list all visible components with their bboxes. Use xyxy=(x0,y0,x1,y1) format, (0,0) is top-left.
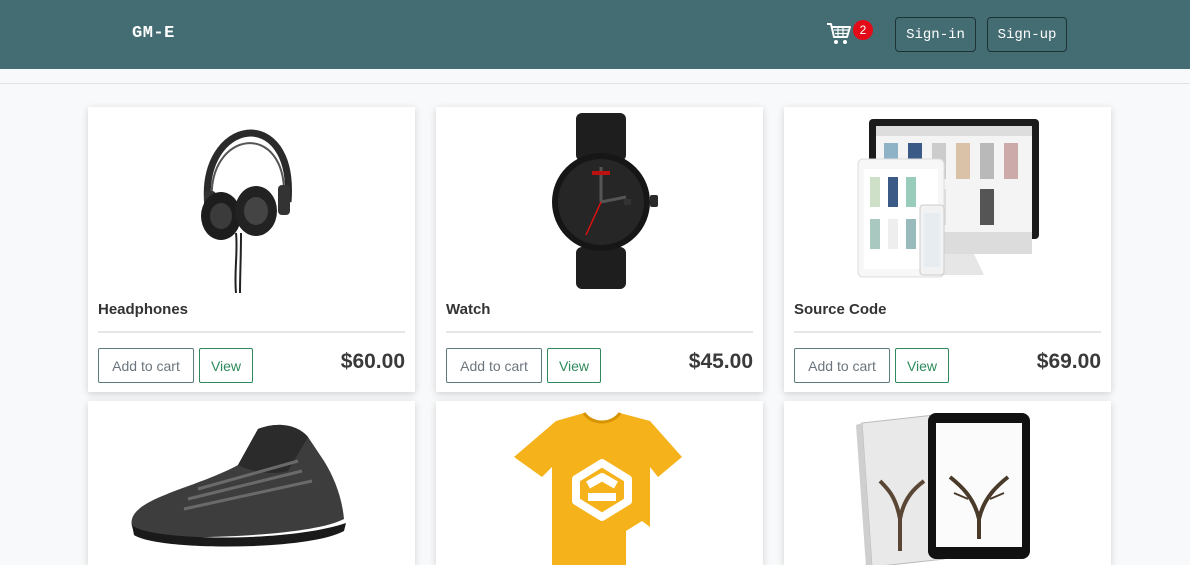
product-price: $69.00 xyxy=(1036,350,1101,373)
sneaker-image[interactable] xyxy=(88,401,415,565)
add-to-cart-button[interactable]: Add to cart xyxy=(794,348,890,383)
product-price: $45.00 xyxy=(688,350,753,373)
sign-up-button[interactable]: Sign-up xyxy=(987,17,1067,52)
product-price: $60.00 xyxy=(340,350,405,373)
product-card xyxy=(436,401,763,565)
product-title: Source Code xyxy=(794,301,887,318)
sign-in-button[interactable]: Sign-in xyxy=(895,17,976,52)
view-button[interactable]: View xyxy=(199,348,253,383)
view-button[interactable]: View xyxy=(895,348,949,383)
card-divider xyxy=(98,331,405,333)
cart-button[interactable]: 2 xyxy=(826,20,876,50)
view-button[interactable]: View xyxy=(547,348,601,383)
card-divider xyxy=(446,331,753,333)
header-divider xyxy=(0,69,1190,84)
tshirt-image[interactable] xyxy=(436,401,763,565)
brand-logo[interactable]: GM-E xyxy=(132,24,175,43)
product-card xyxy=(88,401,415,565)
product-card: Source Code Add to cart View $69.00 xyxy=(784,107,1111,392)
watch-image[interactable] xyxy=(436,107,763,293)
book-image[interactable] xyxy=(784,401,1111,565)
cart-count-badge: 2 xyxy=(853,20,873,40)
product-title: Watch xyxy=(446,301,491,318)
cart-icon xyxy=(827,23,851,44)
navbar: GM-E 2 Sign-in Sign-up xyxy=(0,0,1190,69)
product-card: Headphones Add to cart View $60.00 xyxy=(88,107,415,392)
product-card: Watch Add to cart View $45.00 xyxy=(436,107,763,392)
add-to-cart-button[interactable]: Add to cart xyxy=(98,348,194,383)
add-to-cart-button[interactable]: Add to cart xyxy=(446,348,542,383)
product-card xyxy=(784,401,1111,565)
source-code-image[interactable] xyxy=(784,107,1111,293)
headphones-image[interactable] xyxy=(88,107,415,293)
product-title: Headphones xyxy=(98,301,189,318)
card-divider xyxy=(794,331,1101,333)
